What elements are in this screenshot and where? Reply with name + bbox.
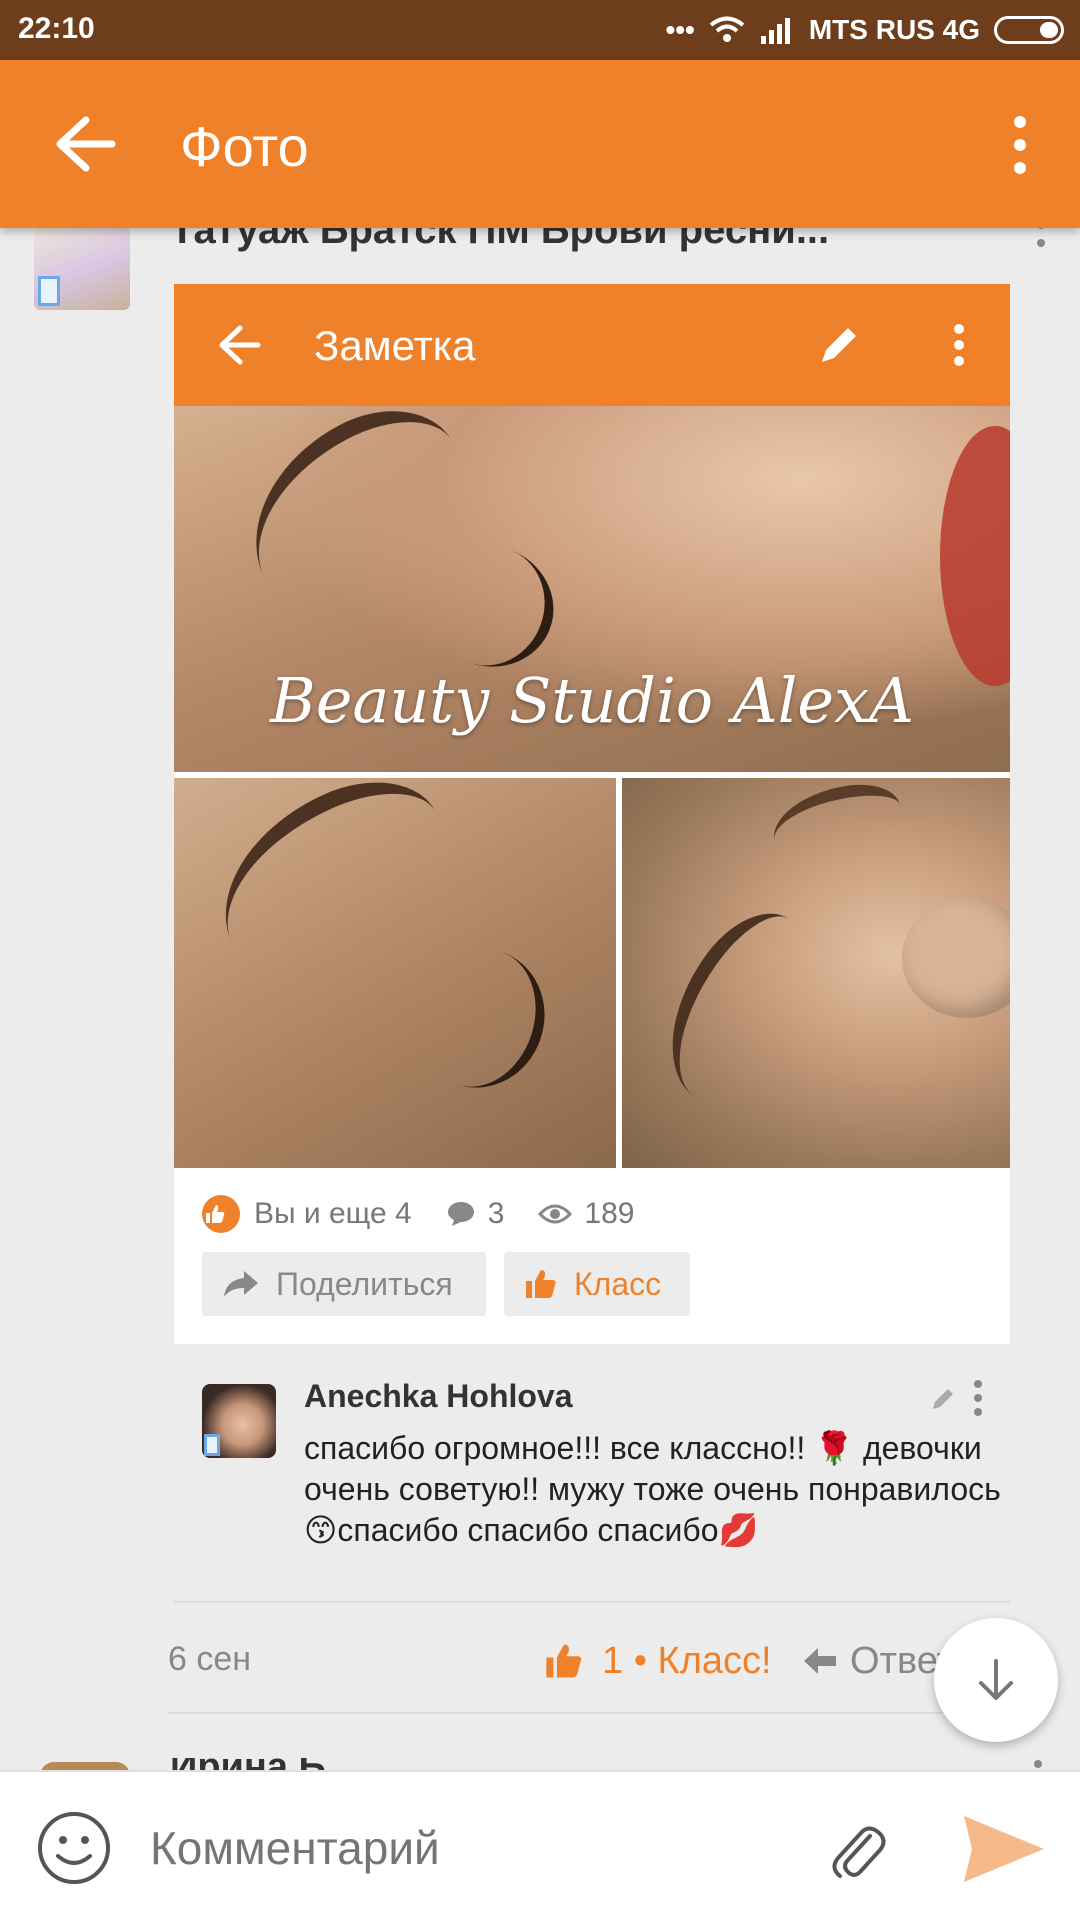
mobile-badge-icon <box>38 276 60 306</box>
comment-like-label: 1 • Класс! <box>602 1639 772 1682</box>
divider <box>174 1601 1010 1603</box>
smiley-icon[interactable] <box>36 1810 112 1886</box>
comments-stat: 3 <box>446 1197 505 1231</box>
note-back-arrow-icon <box>219 325 261 365</box>
klass-label: Класс <box>574 1265 662 1302</box>
klass-button[interactable]: Класс <box>504 1252 690 1316</box>
photo-eye-closeup-left <box>174 778 616 1168</box>
share-button[interactable]: Поделиться <box>202 1252 486 1316</box>
photo-stats: Вы и еще 4 3 189 <box>202 1192 668 1236</box>
divider <box>168 1712 1010 1714</box>
app-bar: Фото <box>0 60 1080 228</box>
status-bar: 22:10 ••• MTS RUS 4G <box>0 0 1080 60</box>
comment-bubble-icon <box>447 1202 474 1226</box>
likes-stat: Вы и еще 4 <box>202 1195 412 1233</box>
thumbs-up-icon <box>526 1270 556 1298</box>
like-badge-icon <box>202 1195 240 1233</box>
wifi-icon <box>709 16 745 42</box>
battery-icon <box>994 16 1064 44</box>
share-arrow-icon <box>224 1271 258 1297</box>
comment-avatar[interactable] <box>202 1384 276 1458</box>
thumbs-up-icon <box>546 1644 582 1678</box>
note-app-bar: Заметка <box>174 284 1010 406</box>
paperclip-icon[interactable] <box>826 1814 886 1884</box>
more-notifications-icon: ••• <box>665 14 695 45</box>
comment-text: спасибо огромное!!! все классно!! 🌹 дево… <box>304 1430 1001 1548</box>
card-actions: Поделиться Класс <box>202 1252 690 1316</box>
views-stat: 189 <box>538 1197 634 1231</box>
photo-caption: Beauty Studio AlexA <box>270 664 914 737</box>
comment-like-button[interactable]: 1 • Класс! <box>544 1638 772 1684</box>
status-time: 22:10 <box>18 12 95 45</box>
comment-more-vert-icon[interactable] <box>966 1378 990 1418</box>
more-vert-icon[interactable] <box>1000 110 1040 180</box>
share-label: Поделиться <box>276 1265 453 1302</box>
signal-icon <box>760 18 790 44</box>
note-more-vert-icon <box>954 324 964 366</box>
mobile-badge-icon <box>204 1434 220 1456</box>
next-comment-more-icon[interactable] <box>1034 1760 1042 1768</box>
send-icon[interactable] <box>962 1812 1046 1886</box>
comments-count: 3 <box>487 1197 505 1230</box>
status-icons: ••• MTS RUS 4G <box>665 10 1064 50</box>
carrier-label: MTS RUS 4G <box>808 14 980 45</box>
arrow-down-icon <box>979 1659 1013 1700</box>
reply-arrow-icon <box>804 1648 836 1674</box>
photo-eye-closeup-top: Beauty Studio AlexA <box>174 406 1010 772</box>
eye-icon <box>538 1204 573 1224</box>
pencil-icon <box>822 328 856 362</box>
comment-author[interactable]: Anechka Hohlova <box>304 1378 573 1415</box>
views-count: 189 <box>584 1197 635 1230</box>
photo-face-right <box>622 778 1010 1168</box>
group-avatar[interactable] <box>34 220 130 310</box>
comment-composer <box>0 1770 1080 1920</box>
page-title: Фото <box>180 115 309 178</box>
scroll-down-button[interactable] <box>934 1618 1058 1742</box>
comment-input[interactable] <box>150 1816 790 1880</box>
edit-pencil-icon[interactable] <box>930 1386 956 1412</box>
comment-date: 6 сен <box>168 1640 252 1678</box>
photo-card[interactable]: Заметка Beauty Studio AlexA Вы и еще 4 3… <box>174 284 1010 1344</box>
note-title: Заметка <box>314 322 476 369</box>
back-arrow-icon[interactable] <box>50 112 120 176</box>
likes-text: Вы и еще 4 <box>254 1197 412 1230</box>
